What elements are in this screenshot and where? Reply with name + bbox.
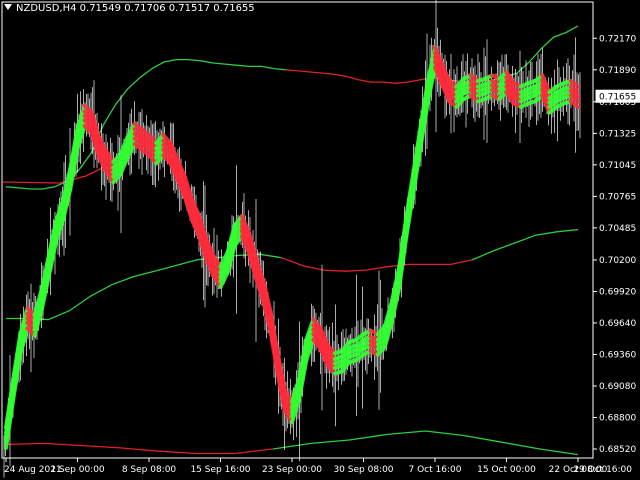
middle-band-line: [471, 228, 579, 261]
x-tick-label: 15 Oct 00:00: [477, 465, 536, 475]
y-tick-label: 0.69360: [599, 350, 636, 360]
middle-band-line: [281, 257, 473, 272]
y-tick-label: 0.68800: [599, 413, 636, 423]
x-tick-label: 23 Sep 00:00: [262, 465, 322, 475]
price-chart[interactable]: 0.721700.718900.716050.713250.710450.707…: [0, 0, 640, 480]
y-tick-label: 0.70765: [599, 192, 636, 202]
y-tick-label: 0.70200: [599, 256, 636, 266]
x-tick-label: 8 Sep 08:00: [122, 465, 177, 475]
x-tick-label: 1 Sep 00:00: [50, 465, 105, 475]
y-tick-label: 0.72170: [599, 34, 636, 44]
high-value: 0.71706: [124, 3, 166, 14]
current-price-tag: 0.71655: [595, 89, 640, 103]
low-value: 0.71517: [168, 3, 211, 14]
collapse-triangle-icon[interactable]: [4, 4, 12, 10]
current-price-label: 0.71655: [599, 93, 636, 103]
lower-band-line: [272, 430, 579, 456]
lower-band-line: [5, 442, 273, 455]
time-axis: 24 Aug 20211 Sep 00:00 8 Sep 08:00 15 Sep …: [4, 458, 632, 475]
open-value: 0.71549: [79, 3, 122, 14]
close-value: 0.71655: [213, 3, 255, 14]
y-tick-label: 0.69640: [599, 319, 636, 329]
y-tick-label: 0.71325: [599, 129, 636, 139]
y-tick-label: 0.70485: [599, 224, 636, 234]
x-tick-label: 29 Oct 16:00: [573, 465, 632, 475]
y-tick-label: 0.71045: [599, 161, 636, 171]
y-tick-label: 0.69920: [599, 287, 636, 297]
x-tick-label: 7 Oct 16:00: [409, 465, 462, 475]
upper-band-line: [504, 25, 579, 79]
x-tick-label: 15 Sep 16:00: [190, 465, 250, 475]
y-tick-label: 0.71890: [599, 66, 636, 76]
y-tick-label: 0.69080: [599, 382, 636, 392]
upper-band-line: [151, 58, 286, 71]
x-tick-label: 30 Sep 08:00: [333, 465, 393, 475]
symbol-label: NZDUSD,H4: [16, 3, 77, 14]
chart-header: NZDUSD,H4 0.71549 0.71706 0.71517 0.7165…: [4, 3, 255, 14]
trend-ribbon-layer: [4, 45, 580, 450]
y-tick-label: 0.68520: [599, 445, 636, 455]
